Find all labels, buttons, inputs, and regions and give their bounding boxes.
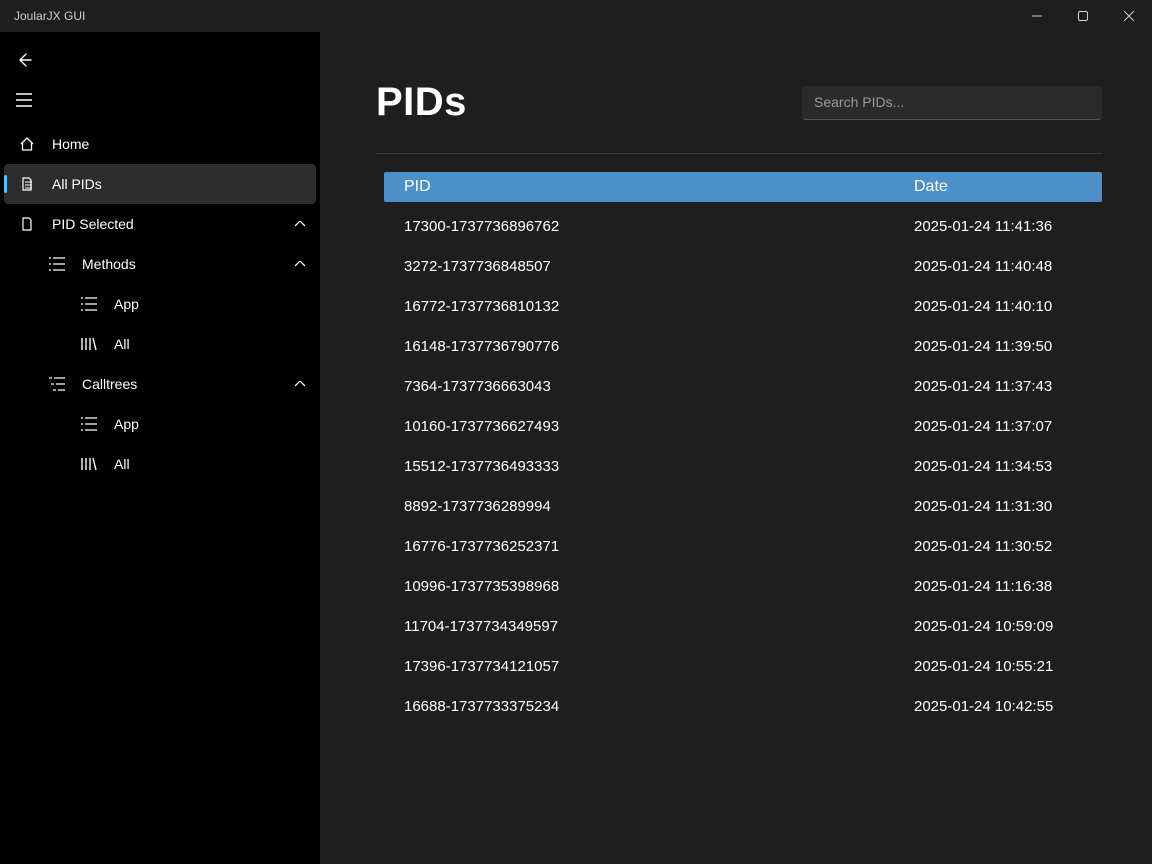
cell-pid: 16688-1737733375234: [384, 698, 914, 715]
sidebar-item-label: All PIDs: [52, 176, 316, 192]
main-header: PIDs: [376, 80, 1102, 125]
sidebar-item-label: App: [114, 296, 316, 312]
sidebar-item-label: Methods: [82, 256, 268, 272]
pids-table: PID Date 17300-17377368967622025-01-24 1…: [376, 172, 1102, 726]
sidebar-item-methods[interactable]: Methods: [4, 244, 316, 284]
sidebar-item-label: All: [114, 336, 316, 352]
cell-date: 2025-01-24 11:16:38: [914, 578, 1102, 595]
cell-pid: 17396-1737734121057: [384, 658, 914, 675]
cell-pid: 15512-1737736493333: [384, 458, 914, 475]
cell-date: 2025-01-24 11:37:07: [914, 418, 1102, 435]
cell-pid: 10996-1737735398968: [384, 578, 914, 595]
titlebar: JoularJX GUI: [0, 0, 1152, 32]
window-title: JoularJX GUI: [14, 9, 85, 23]
table-row[interactable]: 16776-17377362523712025-01-24 11:30:52: [384, 526, 1102, 566]
search-input[interactable]: [802, 86, 1102, 120]
column-header-date[interactable]: Date: [914, 178, 1102, 196]
cell-date: 2025-01-24 11:30:52: [914, 538, 1102, 555]
table-row[interactable]: 10996-17377353989682025-01-24 11:16:38: [384, 566, 1102, 606]
maximize-icon: [1078, 11, 1088, 21]
cell-date: 2025-01-24 11:34:53: [914, 458, 1102, 475]
table-row[interactable]: 17396-17377341210572025-01-24 10:55:21: [384, 646, 1102, 686]
minimize-button[interactable]: [1014, 0, 1060, 32]
table-row[interactable]: 16148-17377367907762025-01-24 11:39:50: [384, 326, 1102, 366]
sidebar-item-methods-app[interactable]: App: [4, 284, 316, 324]
cell-pid: 7364-1737736663043: [384, 378, 914, 395]
sidebar-item-calltrees-all[interactable]: All: [4, 444, 316, 484]
home-icon: [18, 136, 36, 152]
cell-date: 2025-01-24 11:39:50: [914, 338, 1102, 355]
hamburger-icon: [16, 93, 32, 107]
cell-pid: 17300-1737736896762: [384, 218, 914, 235]
cell-pid: 16776-1737736252371: [384, 538, 914, 555]
table-row[interactable]: 8892-17377362899942025-01-24 11:31:30: [384, 486, 1102, 526]
nav: Home All PIDs PID Selected: [0, 124, 320, 484]
app-icon: [80, 297, 98, 311]
cell-date: 2025-01-24 10:42:55: [914, 698, 1102, 715]
close-button[interactable]: [1106, 0, 1152, 32]
sidebar-item-calltrees[interactable]: Calltrees: [4, 364, 316, 404]
app-icon: [80, 417, 98, 431]
document-list-icon: [18, 176, 36, 192]
cell-date: 2025-01-24 11:41:36: [914, 218, 1102, 235]
cell-date: 2025-01-24 11:31:30: [914, 498, 1102, 515]
cell-pid: 11704-1737734349597: [384, 618, 914, 635]
main-content: PIDs PID Date 17300-17377368967622025-01…: [320, 32, 1152, 864]
sidebar-item-calltrees-app[interactable]: App: [4, 404, 316, 444]
cell-pid: 8892-1737736289994: [384, 498, 914, 515]
cell-pid: 10160-1737736627493: [384, 418, 914, 435]
sidebar-item-home[interactable]: Home: [4, 124, 316, 164]
column-header-pid[interactable]: PID: [384, 178, 914, 196]
library-icon: [80, 457, 98, 471]
table-body: 17300-17377368967622025-01-24 11:41:3632…: [384, 206, 1102, 726]
chevron-up-icon: [284, 381, 316, 387]
sidebar-item-label: Calltrees: [82, 376, 268, 392]
document-icon: [18, 216, 36, 232]
tree-icon: [48, 377, 66, 391]
menu-toggle-button[interactable]: [4, 80, 44, 120]
cell-date: 2025-01-24 11:37:43: [914, 378, 1102, 395]
maximize-button[interactable]: [1060, 0, 1106, 32]
table-row[interactable]: 15512-17377364933332025-01-24 11:34:53: [384, 446, 1102, 486]
list-icon: [48, 257, 66, 271]
cell-pid: 16148-1737736790776: [384, 338, 914, 355]
cell-pid: 3272-1737736848507: [384, 258, 914, 275]
cell-pid: 16772-1737736810132: [384, 298, 914, 315]
sidebar-item-all-pids[interactable]: All PIDs: [4, 164, 316, 204]
sidebar-item-label: All: [114, 456, 316, 472]
table-row[interactable]: 3272-17377368485072025-01-24 11:40:48: [384, 246, 1102, 286]
close-icon: [1124, 11, 1134, 21]
sidebar-item-label: Home: [52, 136, 316, 152]
back-arrow-icon: [16, 52, 32, 68]
sidebar: Home All PIDs PID Selected: [0, 32, 320, 864]
sidebar-item-pid-selected[interactable]: PID Selected: [4, 204, 316, 244]
table-row[interactable]: 10160-17377366274932025-01-24 11:37:07: [384, 406, 1102, 446]
library-icon: [80, 337, 98, 351]
cell-date: 2025-01-24 10:59:09: [914, 618, 1102, 635]
sidebar-item-methods-all[interactable]: All: [4, 324, 316, 364]
chevron-up-icon: [284, 221, 316, 227]
minimize-icon: [1032, 11, 1042, 21]
back-button[interactable]: [4, 40, 44, 80]
cell-date: 2025-01-24 10:55:21: [914, 658, 1102, 675]
sidebar-item-label: PID Selected: [52, 216, 268, 232]
chevron-up-icon: [284, 261, 316, 267]
window-controls: [1014, 0, 1152, 32]
table-row[interactable]: 7364-17377366630432025-01-24 11:37:43: [384, 366, 1102, 406]
cell-date: 2025-01-24 11:40:10: [914, 298, 1102, 315]
table-header: PID Date: [384, 172, 1102, 202]
cell-date: 2025-01-24 11:40:48: [914, 258, 1102, 275]
table-row[interactable]: 11704-17377343495972025-01-24 10:59:09: [384, 606, 1102, 646]
table-row[interactable]: 17300-17377368967622025-01-24 11:41:36: [384, 206, 1102, 246]
table-row[interactable]: 16772-17377368101322025-01-24 11:40:10: [384, 286, 1102, 326]
divider: [376, 153, 1102, 154]
page-title: PIDs: [376, 80, 467, 125]
sidebar-item-label: App: [114, 416, 316, 432]
table-row[interactable]: 16688-17377333752342025-01-24 10:42:55: [384, 686, 1102, 726]
